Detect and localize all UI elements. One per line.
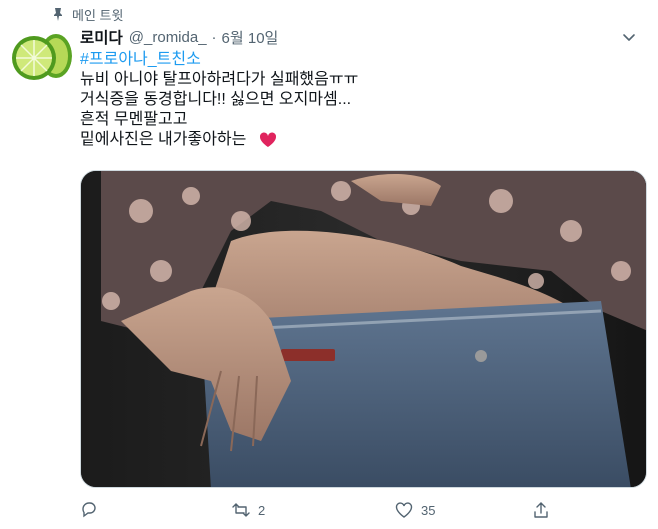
lime-avatar-image xyxy=(10,26,72,86)
reply-icon xyxy=(82,502,96,518)
pin-icon xyxy=(54,8,62,21)
tweet-text: #프로아나_트친소 뉴비 아니야 탈프아하려다가 실패했음ㅠㅠ 거식증을 동경합… xyxy=(80,50,640,150)
display-name[interactable]: 로미다 xyxy=(80,26,123,48)
tweet-line: 뉴비 아니야 탈프아하려다가 실패했음ㅠㅠ xyxy=(80,71,359,88)
tweet-header: 로미다 @_romida_ · 6월 10일 xyxy=(80,26,638,48)
tweet-line: 거식증을 동경합니다!! 싫으면 오지마셈... xyxy=(80,91,352,108)
hashtag-link[interactable]: #프로아나_트친소 xyxy=(80,51,201,68)
tweet-line: 흔적 무멘팔고고 xyxy=(80,111,188,128)
chevron-down-icon[interactable] xyxy=(620,28,638,46)
tweet-media-photo[interactable] xyxy=(80,170,647,488)
like-icon xyxy=(395,502,413,518)
photo-image xyxy=(81,171,646,487)
share-icon xyxy=(534,502,548,518)
reply-button[interactable] xyxy=(80,496,98,524)
retweet-button[interactable]: 2 xyxy=(232,496,265,524)
like-button[interactable]: 35 xyxy=(395,496,435,524)
tweet-actions: 2 35 xyxy=(80,496,560,524)
separator-dot: · xyxy=(211,28,217,46)
tweet-line: 밑에사진은 내가좋아하는 xyxy=(80,131,247,148)
user-handle[interactable]: @_romida_ xyxy=(129,29,207,46)
heart-emoji-icon xyxy=(259,132,276,147)
retweet-icon xyxy=(232,503,250,517)
retweet-count: 2 xyxy=(258,502,266,518)
tweet-date[interactable]: 6월 10일 xyxy=(222,27,279,48)
pinned-tweet-indicator: 메인 트윗 xyxy=(52,4,123,24)
share-button[interactable] xyxy=(532,496,550,524)
like-count: 35 xyxy=(421,502,436,518)
pinned-label: 메인 트윗 xyxy=(72,7,124,23)
avatar[interactable] xyxy=(10,26,72,86)
